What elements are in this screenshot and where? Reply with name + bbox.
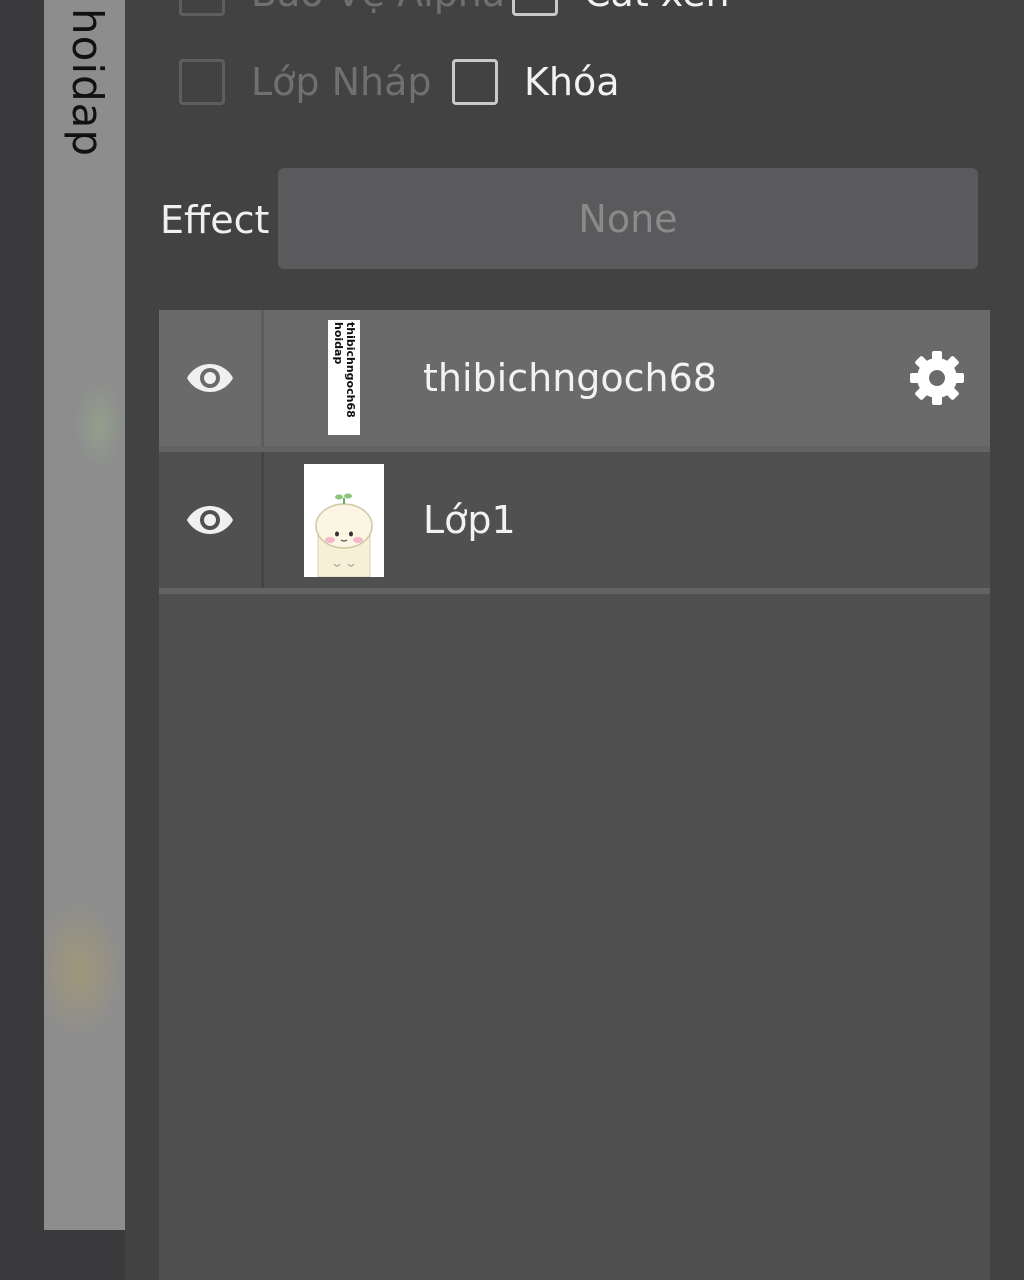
canvas-smudge bbox=[44, 900, 124, 1040]
column-divider bbox=[261, 310, 264, 446]
option-row: Lớp Nháp bbox=[179, 59, 432, 105]
thumbnail-text: thibichngoch68 hoidap bbox=[332, 322, 357, 418]
canvas-preview[interactable]: hoidap bbox=[44, 0, 125, 1230]
option-row: Bảo Vệ Alpha bbox=[179, 0, 505, 16]
lock-label: Khóa bbox=[524, 60, 620, 104]
eye-icon bbox=[187, 364, 233, 392]
layer-row[interactable]: Lớp1 bbox=[159, 452, 990, 588]
lock-checkbox[interactable] bbox=[452, 59, 498, 105]
draft-layer-label: Lớp Nháp bbox=[251, 60, 432, 104]
visibility-toggle[interactable] bbox=[159, 452, 261, 588]
clip-checkbox[interactable] bbox=[512, 0, 558, 16]
character-drawing bbox=[304, 464, 384, 577]
alpha-protect-checkbox[interactable] bbox=[179, 0, 225, 16]
canvas-smudge bbox=[74, 380, 124, 470]
visibility-toggle[interactable] bbox=[159, 310, 261, 446]
layer-name: Lớp1 bbox=[423, 498, 516, 542]
layer-row[interactable]: thibichngoch68 hoidap thibichngoch68 bbox=[159, 310, 990, 446]
alpha-protect-label: Bảo Vệ Alpha bbox=[251, 0, 505, 15]
clip-label: Cắt xén bbox=[584, 0, 730, 15]
effect-dropdown[interactable]: None bbox=[278, 168, 978, 269]
draft-layer-checkbox[interactable] bbox=[179, 59, 225, 105]
gear-icon[interactable] bbox=[907, 348, 967, 408]
eye-icon bbox=[187, 506, 233, 534]
option-row: Khóa bbox=[452, 59, 620, 105]
layer-thumbnail: thibichngoch68 hoidap bbox=[328, 320, 360, 435]
layer-thumbnail bbox=[304, 464, 384, 577]
option-row: Cắt xén bbox=[512, 0, 730, 16]
layer-panel: Bảo Vệ Alpha Cắt xén Lớp Nháp Khóa Effec… bbox=[125, 0, 1024, 1280]
column-divider bbox=[261, 452, 264, 588]
row-separator bbox=[159, 588, 990, 594]
canvas-text: hoidap bbox=[63, 8, 112, 158]
effect-label: Effect bbox=[160, 198, 270, 242]
layer-list: thibichngoch68 hoidap thibichngoch68 Lớp… bbox=[159, 310, 990, 1280]
layer-name: thibichngoch68 bbox=[423, 356, 717, 400]
